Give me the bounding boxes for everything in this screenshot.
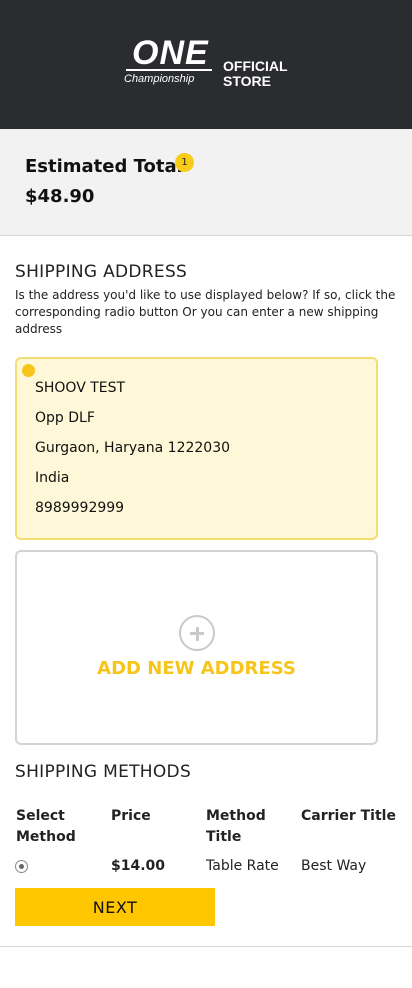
divider — [0, 946, 412, 947]
next-button[interactable]: NEXT — [15, 888, 215, 926]
plus-icon — [179, 615, 215, 651]
logo-underline — [126, 69, 212, 71]
column-header-price: Price — [111, 808, 151, 824]
address-country: India — [35, 470, 70, 486]
selected-address-card[interactable]: SHOOV TEST Opp DLF Gurgaon, Haryana 1222… — [15, 357, 378, 540]
shipping-address-title: SHIPPING ADDRESS — [15, 262, 188, 282]
address-phone: 8989992999 — [35, 500, 125, 516]
add-new-address-button[interactable]: ADD NEW ADDRESS — [15, 550, 378, 745]
address-street: Opp DLF — [35, 410, 95, 426]
checkout-page: ONE Championship OFFICIAL STORE Estimate… — [0, 0, 412, 988]
shipping-methods-title: SHIPPING METHODS — [15, 762, 192, 782]
shipping-address-help: Is the address you'd like to use display… — [15, 288, 396, 336]
store-line-1: OFFICIAL — [223, 58, 288, 74]
shipping-method-price: $14.00 — [111, 858, 166, 874]
store-line-2: STORE — [223, 73, 271, 89]
add-new-address-label: ADD NEW ADDRESS — [97, 658, 296, 679]
estimated-total-value: $48.90 — [25, 186, 95, 207]
estimated-total-label: Estimated Total — [25, 156, 183, 177]
one-logo[interactable]: ONE — [132, 36, 209, 70]
shipping-method-radio[interactable] — [15, 860, 28, 873]
column-header-method-title: Method Title — [206, 808, 266, 845]
cart-count-badge: 1 — [175, 153, 194, 172]
official-store-label: OFFICIAL STORE — [223, 59, 288, 89]
shipping-carrier-title: Best Way — [301, 858, 367, 874]
logo-subtitle: Championship — [124, 73, 195, 85]
estimated-total-summary[interactable]: Estimated Total 1 $48.90 — [0, 129, 412, 236]
selected-indicator-icon — [22, 364, 35, 377]
column-header-carrier-title: Carrier Title — [301, 808, 396, 824]
shipping-method-title: Table Rate — [206, 858, 279, 874]
column-header-select-method: Select Method — [16, 808, 76, 845]
store-header: ONE Championship OFFICIAL STORE — [0, 0, 412, 129]
address-city: Gurgaon, Haryana 1222030 — [35, 440, 231, 456]
address-name: SHOOV TEST — [35, 380, 126, 396]
